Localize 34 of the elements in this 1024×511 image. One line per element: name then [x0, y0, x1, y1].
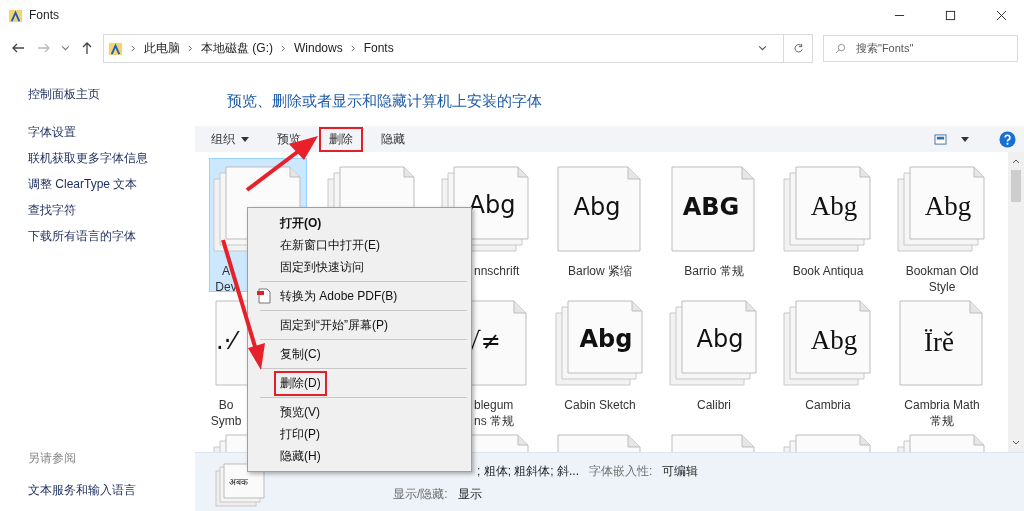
font-sample: अबक: [229, 476, 248, 488]
detail-label: 显示/隐藏:: [393, 486, 448, 503]
font-name: nnschrift: [474, 263, 520, 279]
font-name: Cabin Sketch: [564, 397, 636, 413]
font-name: 常规: [930, 413, 954, 429]
font-name: Book Antiqua: [792, 263, 864, 279]
font-sample: Abg: [573, 193, 621, 221]
window-title: Fonts: [29, 8, 59, 22]
font-name: Cambria Math: [904, 397, 980, 413]
detail-label: 字体嵌入性:: [589, 463, 653, 480]
font-name: Cambria: [805, 397, 851, 413]
font-name: Barlow 紧缩: [568, 263, 632, 279]
font-name: A: [222, 263, 230, 279]
font-name: Barrio 常规: [684, 263, 744, 279]
font-sample: Abg: [924, 191, 972, 222]
font-name: ns 常规: [474, 413, 514, 429]
page-heading: 预览、删除或者显示和隐藏计算机上安装的字体: [226, 91, 543, 111]
font-sample: Abg: [579, 325, 633, 353]
font-sample: Abg: [696, 325, 744, 353]
font-name: Bookman Old: [905, 263, 979, 279]
font-sample: Abg: [810, 325, 858, 356]
see-also-heading: 另请参阅: [28, 450, 76, 467]
font-name: Calibri: [697, 397, 731, 413]
font-name: Bo: [218, 397, 234, 413]
font-name: Style: [928, 279, 956, 295]
font-sample: Abg: [468, 191, 516, 219]
font-sample: Ïrě: [924, 327, 954, 358]
detail-value: 可编辑: [662, 463, 699, 480]
font-name: Symb: [210, 413, 242, 429]
font-name: blegum: [474, 397, 514, 413]
detail-value: ; 粗体; 粗斜体; 斜...: [477, 463, 579, 480]
font-sample: Abg: [810, 191, 858, 222]
font-sample: ABG: [682, 193, 740, 221]
detail-value: 显示: [457, 486, 482, 503]
